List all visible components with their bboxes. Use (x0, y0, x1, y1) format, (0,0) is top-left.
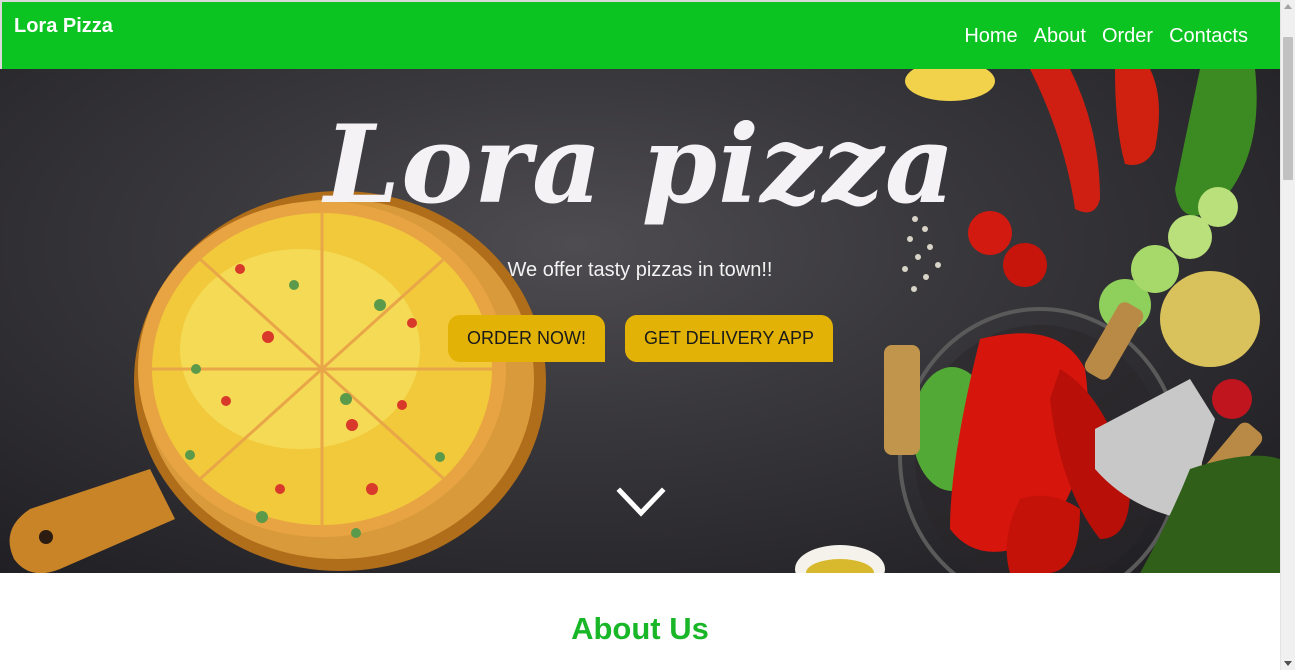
top-navbar: Lora Pizza Home About Order Contacts (0, 0, 1280, 69)
main-nav: Home About Order Contacts (964, 25, 1248, 48)
nav-contacts[interactable]: Contacts (1169, 25, 1248, 48)
chevron-down-icon[interactable] (616, 487, 666, 519)
scrollbar-thumb[interactable] (1283, 37, 1293, 180)
page-viewport: Lora Pizza Home About Order Contacts Lor… (0, 0, 1280, 670)
vertical-scrollbar[interactable] (1280, 0, 1295, 670)
nav-home[interactable]: Home (964, 25, 1017, 48)
scroll-down-arrow-icon[interactable] (1284, 661, 1292, 666)
nav-order[interactable]: Order (1102, 25, 1153, 48)
hero-banner: Lora pizza We offer tasty pizzas in town… (0, 69, 1280, 573)
nav-about[interactable]: About (1034, 25, 1086, 48)
hero-subtitle: We offer tasty pizzas in town!! (507, 259, 773, 281)
brand-logo[interactable]: Lora Pizza (14, 15, 113, 38)
get-delivery-app-button[interactable]: GET DELIVERY APP (625, 315, 833, 362)
hero-title: Lora pizza (324, 102, 956, 228)
about-section-title: About Us (571, 611, 709, 646)
pizza-image (9, 191, 546, 573)
scroll-up-arrow-icon[interactable] (1284, 4, 1292, 9)
order-now-button[interactable]: ORDER NOW! (448, 315, 605, 362)
